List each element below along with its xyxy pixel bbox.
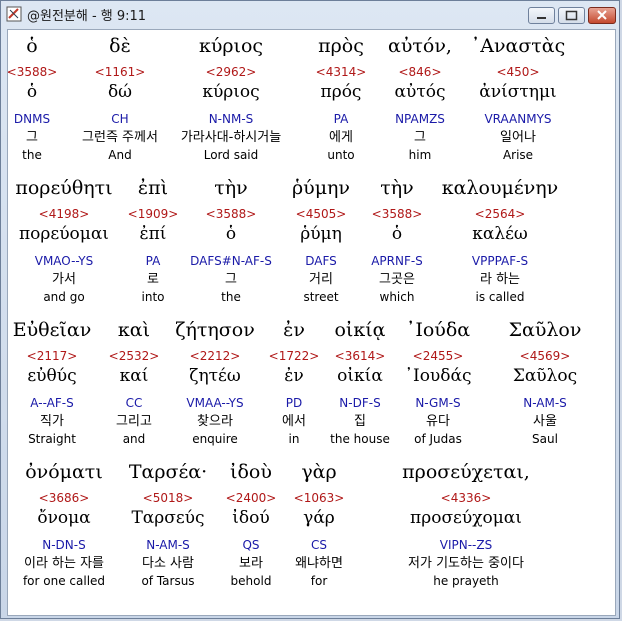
- word-lemma: Σαῦλος: [512, 366, 578, 386]
- maximize-button[interactable]: [558, 7, 585, 24]
- minimize-icon: [537, 17, 546, 19]
- word-morph: VRAANMYS: [484, 112, 552, 126]
- word-lemma: καλέω: [472, 224, 528, 244]
- word-korean: 일어나: [500, 130, 536, 145]
- title-bar[interactable]: @원전분해 - 행 9:11: [1, 1, 619, 28]
- application-window: @원전분해 - 행 9:11 ὁ <3588> ὁ DNMS 그 the δὲ <1161> δ…: [0, 0, 620, 619]
- word-strong: <4336>: [440, 491, 492, 505]
- word-strong: <4569>: [519, 349, 571, 363]
- word-english: Arise: [502, 148, 534, 162]
- window-title: @원전분해 - 행 9:11: [27, 9, 147, 24]
- word-lemma: ἀνίστημι: [479, 82, 557, 102]
- word-greek[interactable]: προσεύχεται,: [366, 460, 566, 484]
- word-english: Saul: [532, 432, 558, 446]
- word-strong: <450>: [496, 65, 540, 79]
- word-greek[interactable]: καλουμένην: [400, 176, 600, 200]
- word-morph: VIPN--ZS: [439, 538, 493, 552]
- minimize-button[interactable]: [528, 7, 555, 24]
- app-icon: [6, 6, 22, 22]
- word-english: he prayeth: [433, 574, 499, 588]
- word-korean: 라 하는: [479, 272, 520, 287]
- word-morph: VPPPAF-S: [471, 254, 529, 268]
- maximize-icon: [565, 10, 578, 21]
- word-lemma: προσεύχομαι: [410, 508, 522, 528]
- interlinear-panel: ὁ <3588> ὁ DNMS 그 the δὲ <1161> δώ CH 그런즉 주께서 And κύ…: [7, 29, 616, 616]
- word-greek[interactable]: Σαῦλον: [445, 318, 622, 342]
- close-icon: [597, 10, 607, 20]
- word-korean: 저가 기도하는 중이다: [408, 556, 524, 571]
- word-strong: <2564>: [474, 207, 526, 221]
- word-korean: 사울: [533, 414, 557, 429]
- word-morph: N-AM-S: [523, 396, 567, 410]
- close-button[interactable]: [588, 7, 616, 24]
- word-greek[interactable]: ᾽Αναστὰς: [418, 34, 618, 58]
- word-english: is called: [475, 290, 525, 304]
